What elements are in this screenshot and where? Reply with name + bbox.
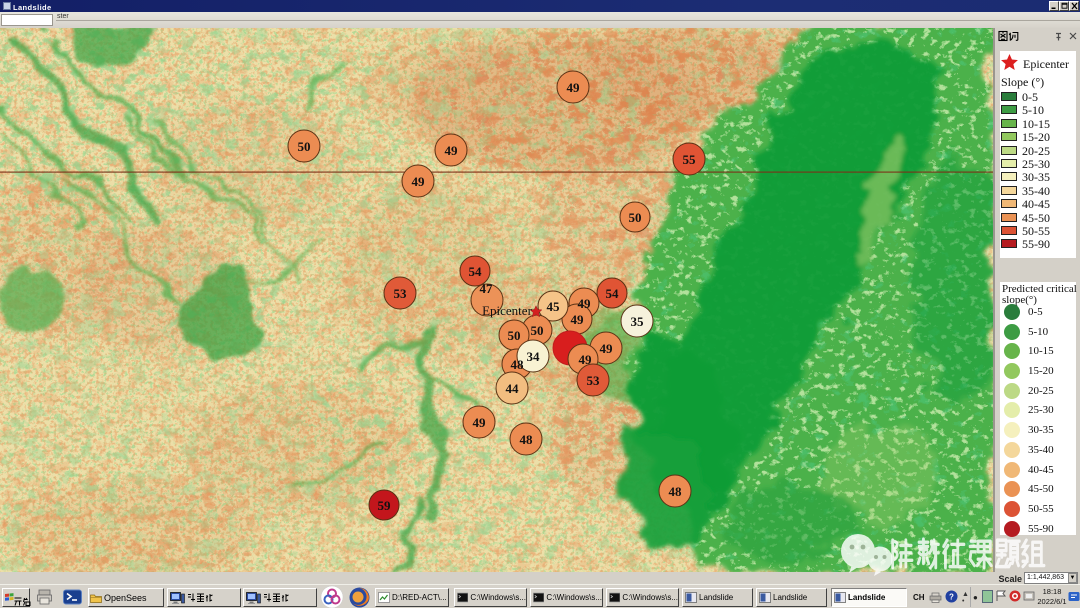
svg-text:48: 48 [669,484,683,499]
svg-text:48: 48 [511,357,525,372]
svg-text:49: 49 [412,174,426,189]
svg-text:34: 34 [527,349,541,364]
svg-text:49: 49 [571,312,585,327]
svg-text:59: 59 [378,498,392,513]
svg-text:?: ? [949,593,954,602]
svg-text:50: 50 [629,210,642,225]
svg-text:44: 44 [506,381,520,396]
svg-text:54: 54 [606,286,620,301]
svg-text:50: 50 [298,139,311,154]
svg-text:49: 49 [600,341,614,356]
svg-text:47: 47 [480,281,494,296]
svg-text:50: 50 [508,328,521,343]
svg-text:53: 53 [587,373,601,388]
svg-text:49: 49 [473,415,487,430]
svg-text:54: 54 [469,264,483,279]
svg-text:49: 49 [567,80,581,95]
svg-text:50: 50 [531,323,544,338]
svg-text:55: 55 [683,152,697,167]
svg-text:45: 45 [547,299,561,314]
svg-text:35: 35 [631,314,645,329]
svg-text:53: 53 [394,286,408,301]
svg-text:Epicenter: Epicenter [482,303,532,318]
svg-text:48: 48 [520,432,534,447]
svg-text:49: 49 [579,352,593,367]
svg-text:49: 49 [445,143,459,158]
svg-text:49: 49 [578,296,592,311]
